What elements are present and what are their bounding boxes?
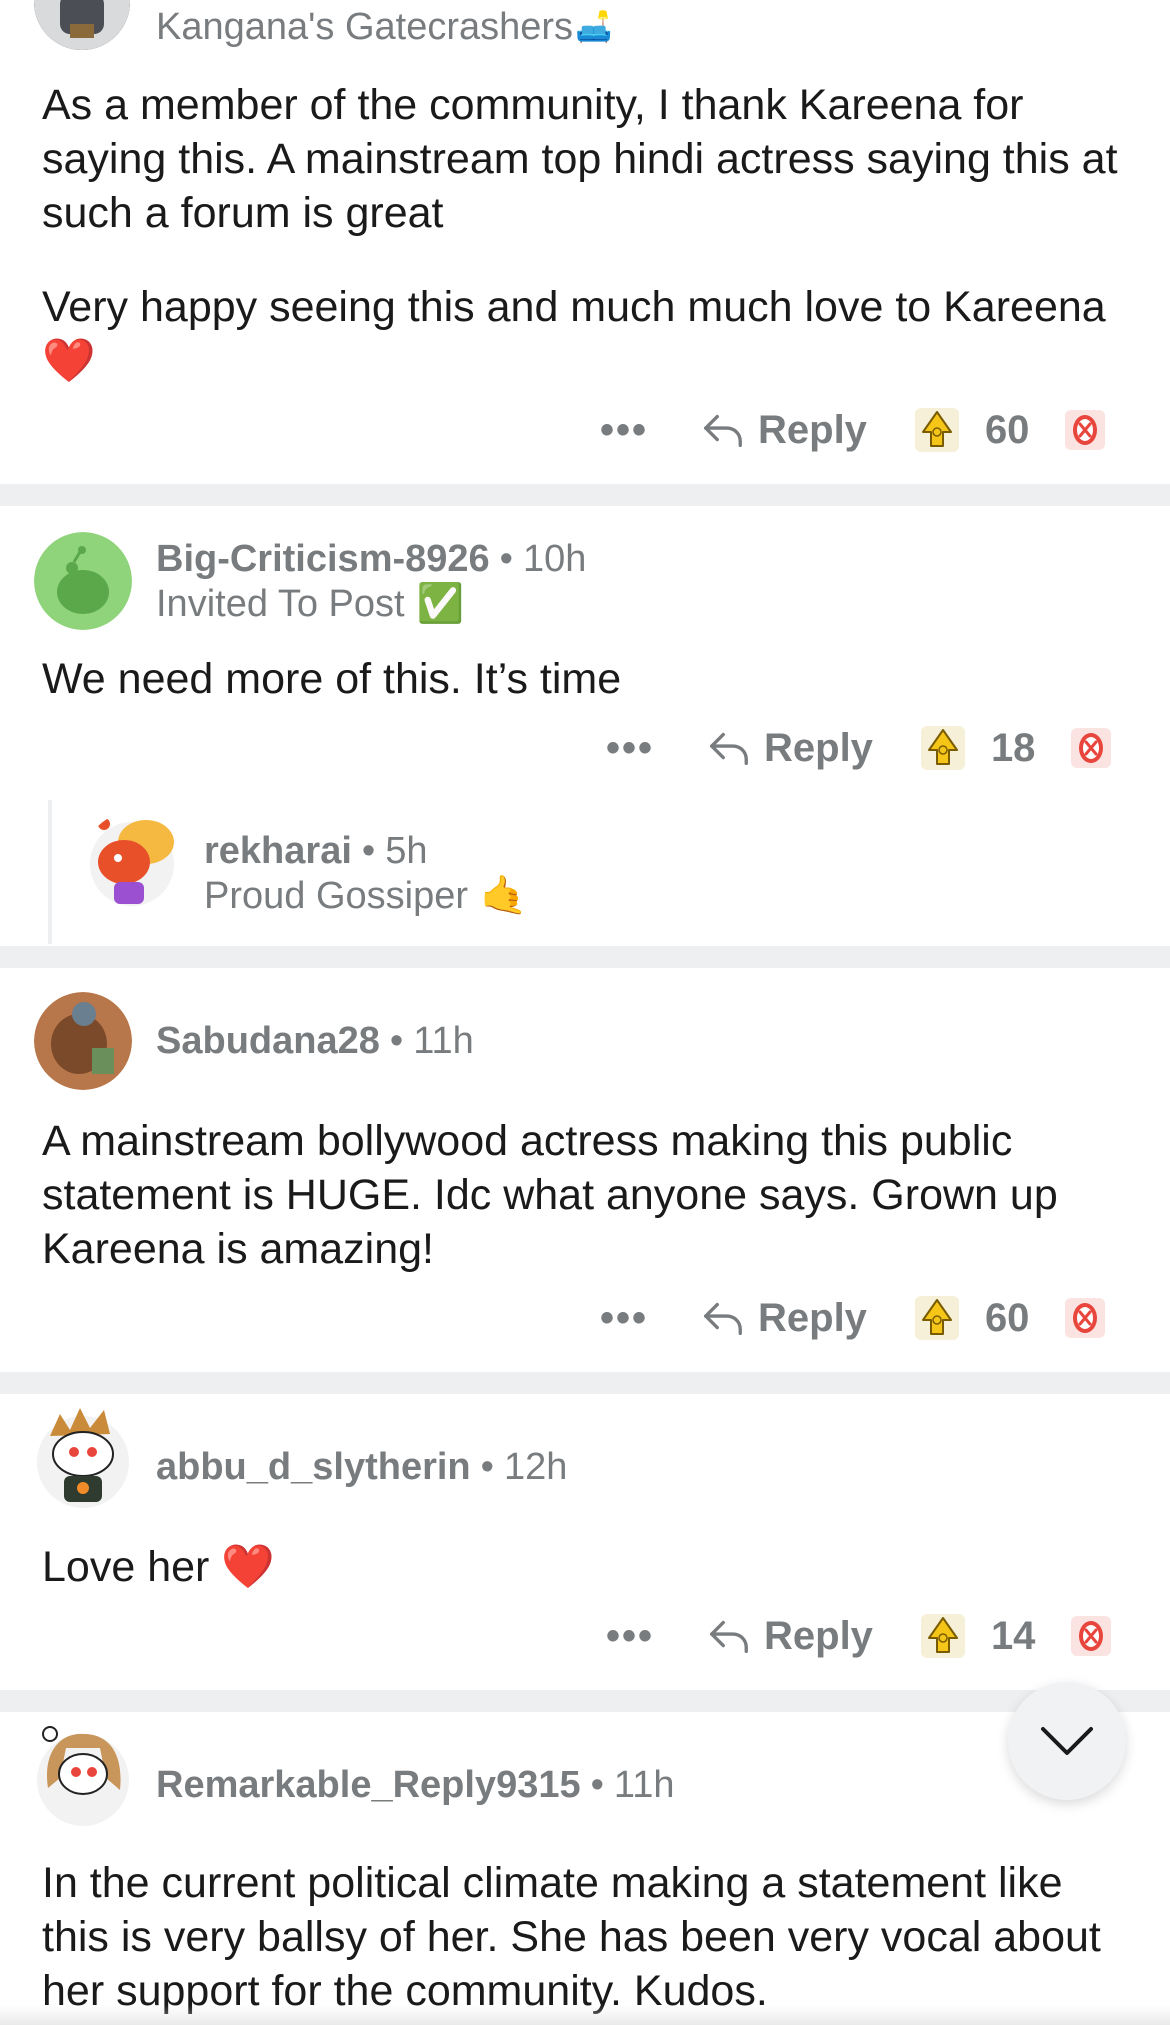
reply-arrow-icon [700,407,746,453]
chevron-down-icon [1041,1727,1093,1755]
username-link[interactable]: Big-Criticism-8926 [156,538,490,580]
thread-line[interactable] [48,800,52,944]
reply-button[interactable]: Reply [700,1295,867,1341]
comment-paragraph: As a member of the community, I thank Ka… [42,81,1118,237]
snoo-avatar-icon [90,818,174,906]
comment-body: We need more of this. It’s time [42,652,1132,706]
call-me-hand-icon: 🤙 [480,875,528,917]
comment-body: In the current political climate making … [42,1856,1132,2018]
comment-paragraph: Very happy seeing this and much much lov… [42,283,1106,385]
next-comment-button[interactable] [1008,1682,1126,1800]
username-link[interactable]: Remarkable_Reply9315 [156,1764,581,1806]
flair-emoji: 🛋️ [575,11,613,44]
more-options-button[interactable]: ••• [606,726,666,771]
comment-separator [0,946,1170,968]
flair-text: Invited To Post [156,582,405,625]
comment-age: 11h [613,1764,675,1806]
avatar[interactable] [34,1400,132,1510]
avatar-image [34,992,132,1090]
avatar[interactable] [34,992,132,1090]
comment-paragraph: Love her ❤️ [42,1543,275,1591]
reply-label: Reply [758,407,867,452]
user-flair: Kangana's Gatecrashers 🛋️ [156,6,612,49]
vote-score: 60 [984,1295,1030,1340]
meta-separator: • [361,830,376,872]
username-link[interactable]: abbu_d_slytherin [156,1446,471,1488]
flair-text: Proud Gossiper [204,874,469,917]
comment-actions: ••• Reply 60 [600,398,1105,462]
user-flair: Invited To Post ✅ [156,582,464,626]
comment-author-line: Remarkable_Reply9315 • 11h [156,1764,675,1807]
comment-actions: ••• Reply 18 [606,716,1111,780]
reply-arrow-icon [706,1613,752,1659]
comment-age: 5h [385,830,428,872]
comment-separator [0,1372,1170,1394]
upvote-icon[interactable] [915,408,959,452]
check-icon: ✅ [416,583,464,625]
reply-label: Reply [758,1295,867,1340]
comment-separator [0,1690,1170,1712]
upvote-icon[interactable] [915,1296,959,1340]
avatar[interactable] [34,1718,132,1828]
downvote-icon[interactable] [1065,1298,1105,1338]
more-options-button[interactable]: ••• [600,408,660,453]
reply-button[interactable]: Reply [706,1613,873,1659]
downvote-icon[interactable] [1065,410,1105,450]
comment-age: 11h [413,1020,474,1062]
username-link[interactable]: rekharai [204,830,352,872]
comment-age: 12h [503,1446,568,1488]
downvote-icon[interactable] [1071,728,1111,768]
comment-author-line: abbu_d_slytherin • 12h [156,1446,567,1489]
snoo-avatar-icon [37,1408,129,1508]
vote-score: 18 [990,725,1036,770]
comment-actions: ••• Reply 60 [600,1286,1105,1350]
comment-paragraph: We need more of this. It’s time [42,655,622,703]
comment-body: A mainstream bollywood actress making th… [42,1114,1132,1276]
reply-arrow-icon [706,725,752,771]
comment-body: As a member of the community, I thank Ka… [42,78,1132,388]
vote-score: 14 [990,1613,1036,1658]
reply-button[interactable]: Reply [700,407,867,453]
snoo-avatar-icon [34,532,132,630]
username-link[interactable]: Sabudana28 [156,1020,380,1062]
comment-author-line: Big-Criticism-8926 • 10h [156,538,586,581]
meta-separator: • [499,538,513,580]
user-flair: Proud Gossiper 🤙 [204,874,527,918]
avatar[interactable] [34,532,132,630]
comment-actions: ••• Reply 14 [606,1604,1111,1668]
comment-body: Love her ❤️ [42,1540,1132,1594]
meta-separator: • [389,1020,404,1062]
comment-age: 10h [522,538,587,580]
upvote-icon[interactable] [921,1614,965,1658]
avatar-image [34,0,130,50]
flair-text: Kangana's Gatecrashers [156,6,574,48]
comment-author-line: Sabudana28 • 11h [156,1020,474,1063]
comment-separator [0,484,1170,506]
more-options-button[interactable]: ••• [606,1614,666,1659]
reply-label: Reply [764,725,873,770]
avatar[interactable] [34,0,130,50]
reply-button[interactable]: Reply [706,725,873,771]
more-options-button[interactable]: ••• [600,1296,660,1341]
reply-label: Reply [764,1613,873,1658]
avatar[interactable] [84,812,180,908]
downvote-icon[interactable] [1071,1616,1111,1656]
bottom-edge [0,2005,1170,2025]
snoo-avatar-icon [37,1726,129,1826]
comment-paragraph: In the current political climate making … [42,1859,1101,2015]
meta-separator: • [590,1764,604,1806]
vote-score: 60 [984,407,1030,452]
meta-separator: • [480,1446,494,1488]
upvote-icon[interactable] [921,726,965,770]
comment-author-line: rekharai • 5h [204,830,427,873]
comment-paragraph: A mainstream bollywood actress making th… [42,1117,1058,1273]
reply-arrow-icon [700,1295,746,1341]
